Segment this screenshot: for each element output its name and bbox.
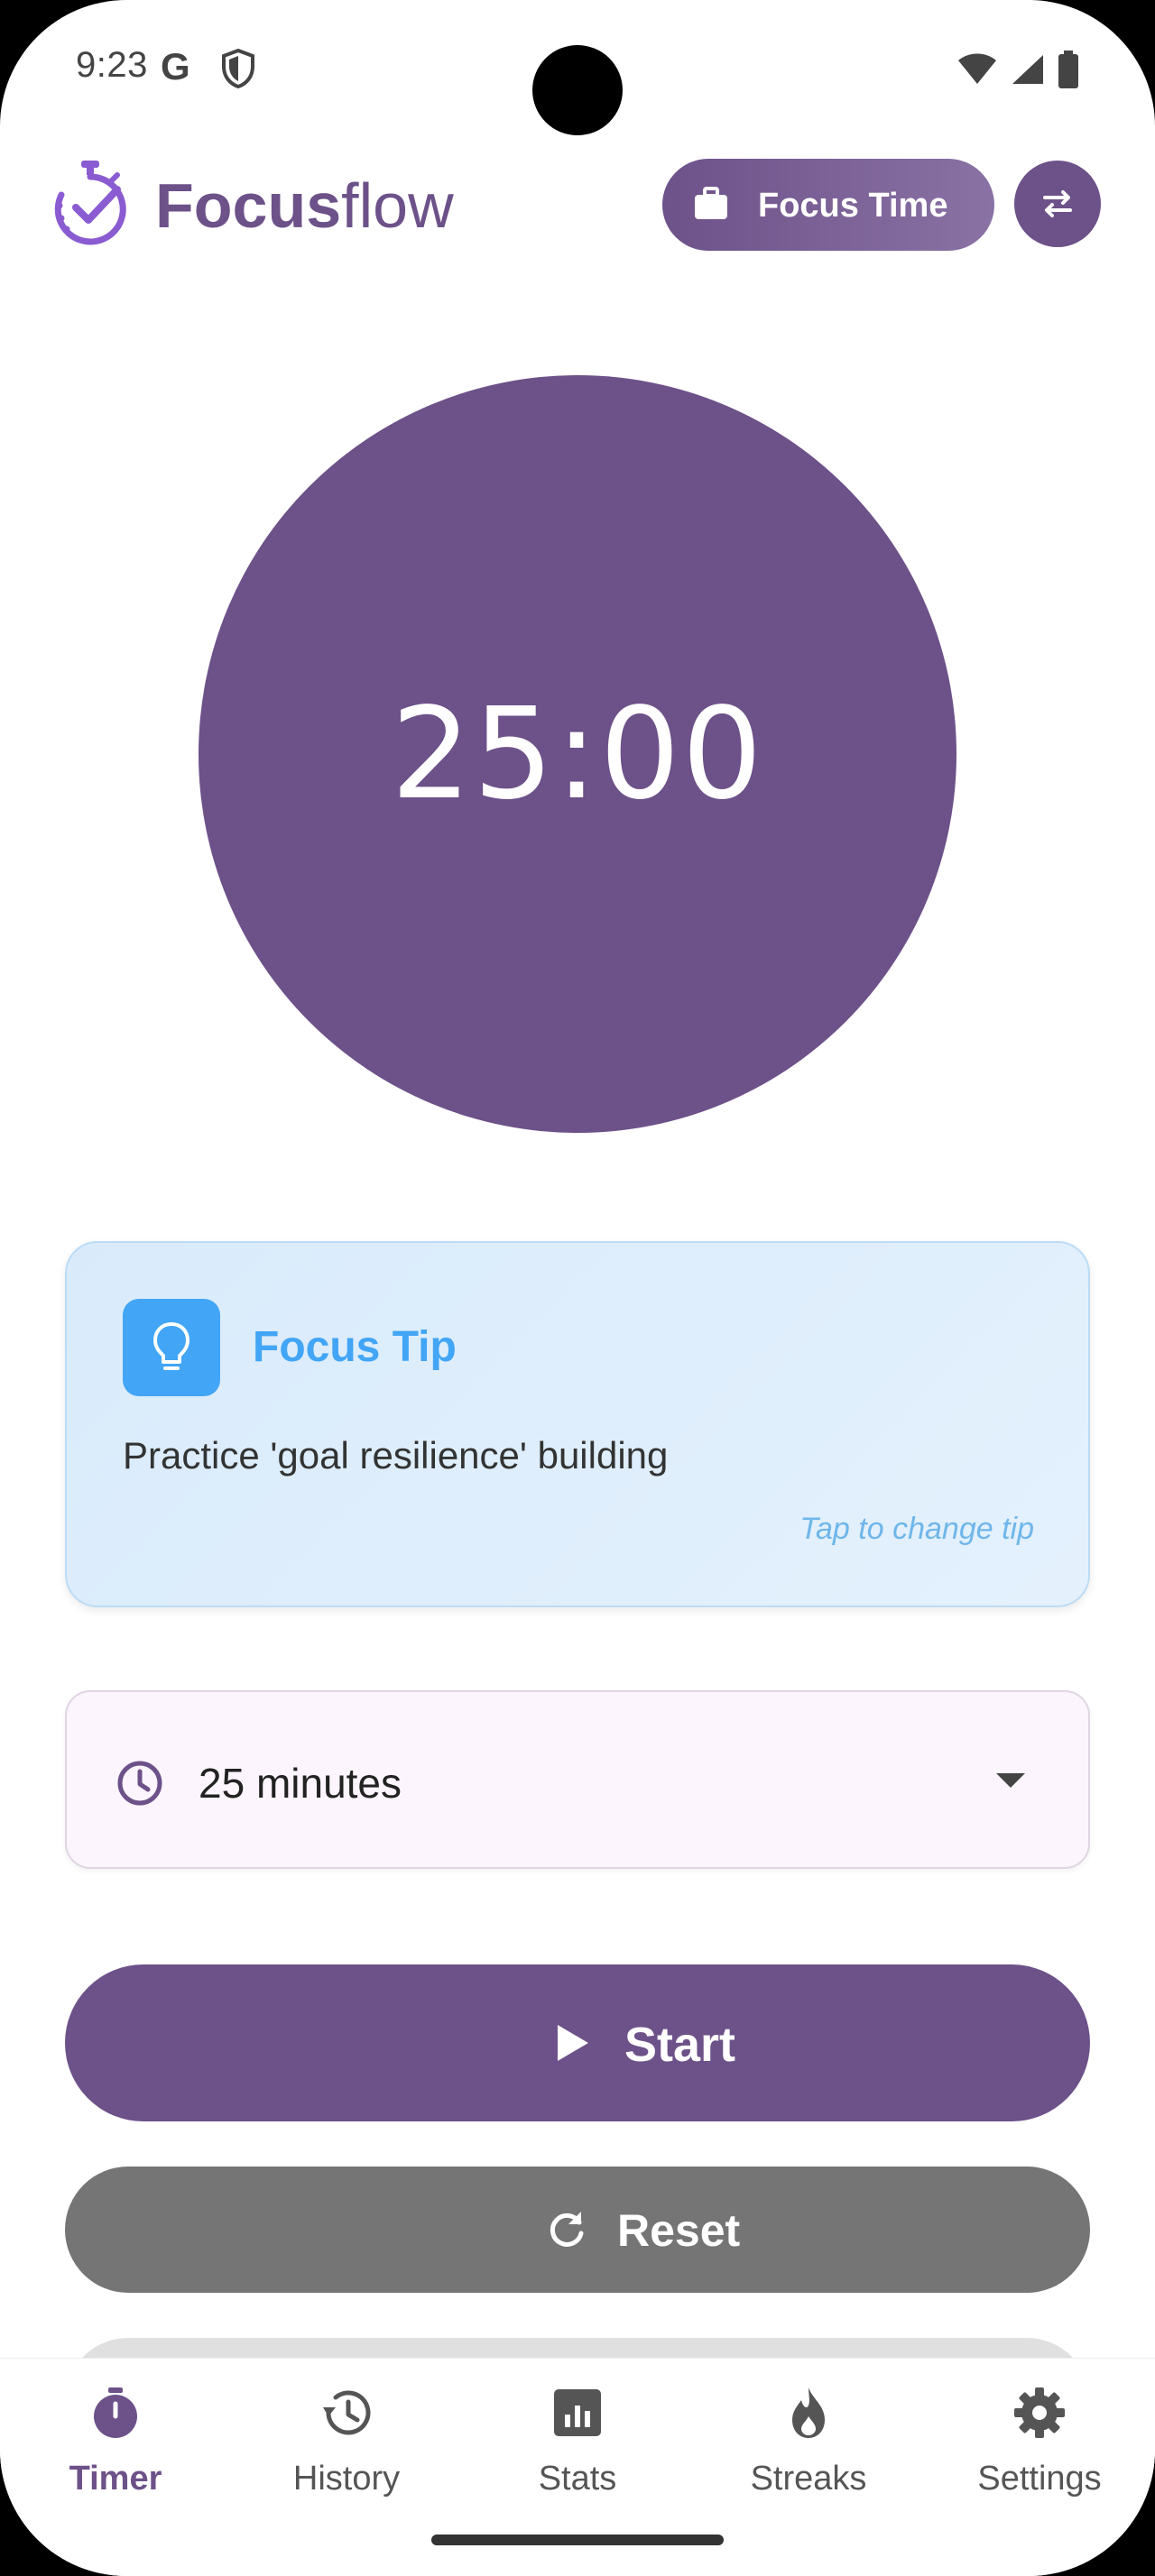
wifi-icon xyxy=(958,53,996,84)
nav-item-stats[interactable]: Stats xyxy=(462,2359,693,2539)
logo-strong: Focus xyxy=(155,170,342,241)
duration-value: 25 minutes xyxy=(199,1760,402,1807)
start-button[interactable]: Start xyxy=(65,1964,1090,2121)
lightbulb-icon xyxy=(153,1322,189,1370)
focus-tip-card[interactable]: Focus Tip Practice 'goal resilience' bui… xyxy=(65,1241,1090,1607)
stopwatch-check-icon xyxy=(54,161,126,245)
battery-icon xyxy=(1058,51,1078,88)
reset-button[interactable]: Reset xyxy=(65,2167,1090,2293)
app-screen: 9:23 G Focusflow Focus Time 25:00 Focus … xyxy=(0,0,1155,2576)
nav-label-timer: Timer xyxy=(69,2460,162,2498)
camera-cutout xyxy=(532,45,623,135)
stats-icon xyxy=(554,2389,601,2436)
timer-display: 25:00 xyxy=(391,680,764,828)
flame-icon xyxy=(792,2387,825,2438)
cell-signal-icon xyxy=(1012,55,1043,84)
app-logo-text: Focusflow xyxy=(155,170,454,242)
shield-icon xyxy=(222,49,254,88)
nav-label-history: History xyxy=(292,2460,401,2498)
mode-label: Focus Time xyxy=(758,187,948,225)
gear-icon xyxy=(1014,2387,1065,2438)
refresh-icon xyxy=(550,2212,584,2247)
focus-mode-chip[interactable]: Focus Time xyxy=(662,159,994,251)
nav-label-stats: Stats xyxy=(538,2460,617,2498)
timer-circle[interactable]: 25:00 xyxy=(199,375,956,1133)
nav-item-history[interactable]: History xyxy=(231,2359,462,2539)
nav-label-streaks: Streaks xyxy=(750,2460,867,2498)
google-icon: G xyxy=(161,45,190,87)
nav-item-settings[interactable]: Settings xyxy=(924,2359,1155,2539)
reset-label: Reset xyxy=(617,2205,741,2256)
logo-light: flow xyxy=(341,170,454,241)
app-bar: Focusflow Focus Time xyxy=(0,144,1155,262)
briefcase-icon xyxy=(695,187,727,219)
play-icon xyxy=(558,2025,588,2061)
start-label: Start xyxy=(624,2018,736,2072)
status-bar: 9:23 G xyxy=(0,0,1155,135)
timer-icon xyxy=(94,2387,137,2438)
swap-mode-button[interactable] xyxy=(1014,161,1101,247)
tip-change-hint[interactable]: Tap to change tip xyxy=(799,1512,1034,1547)
home-indicator[interactable] xyxy=(431,2535,724,2545)
status-icons xyxy=(956,51,1079,88)
nav-item-timer[interactable]: Timer xyxy=(0,2359,231,2539)
duration-select[interactable]: 25 minutes xyxy=(65,1690,1090,1869)
swap-icon xyxy=(1043,190,1072,217)
nav-label-settings: Settings xyxy=(977,2460,1102,2498)
tip-icon-box xyxy=(123,1299,220,1396)
nav-item-streaks[interactable]: Streaks xyxy=(693,2359,924,2539)
history-icon xyxy=(323,2390,371,2435)
clock-icon xyxy=(117,1761,162,1806)
tip-title: Focus Tip xyxy=(253,1323,457,1371)
chevron-down-icon xyxy=(996,1773,1025,1788)
status-time: 9:23 xyxy=(76,45,148,85)
tip-body: Practice 'goal resilience' building xyxy=(123,1434,669,1477)
